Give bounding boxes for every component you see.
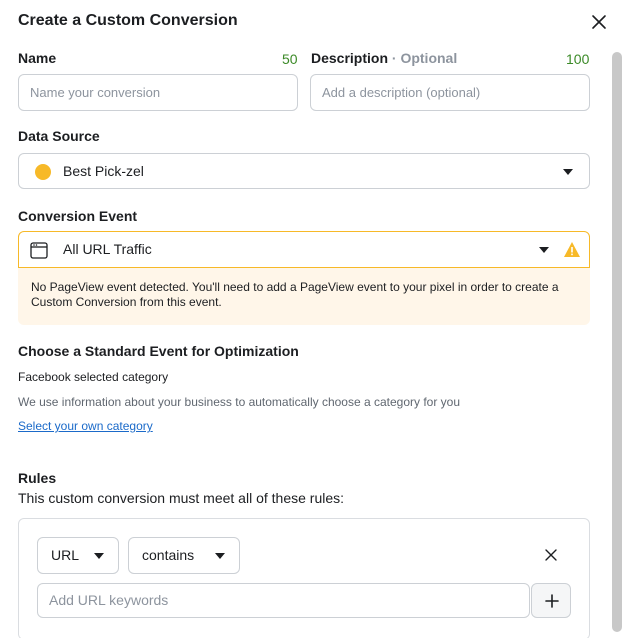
dialog-header: Create a Custom Conversion: [18, 12, 609, 32]
category-info-text: We use information about your business t…: [18, 395, 461, 409]
optional-tag: · Optional: [391, 50, 458, 66]
remove-rule-icon[interactable]: [543, 547, 559, 563]
standard-event-title: Choose a Standard Event for Optimization: [18, 343, 299, 359]
name-label: Name: [18, 50, 57, 66]
scrollbar[interactable]: [612, 52, 622, 632]
url-keywords-input[interactable]: Add URL keywords: [37, 583, 530, 618]
rule-card: URL contains Add URL keywords: [18, 518, 590, 638]
chevron-down-icon: [563, 169, 573, 175]
data-source-value: Best Pick-zel: [63, 163, 144, 179]
conversion-event-value: All URL Traffic: [63, 241, 152, 257]
category-label: Facebook selected category: [18, 370, 169, 384]
rules-subtitle: This custom conversion must meet all of …: [18, 490, 345, 506]
description-char-counter: 100: [566, 51, 590, 67]
chevron-down-icon: [539, 247, 549, 253]
description-label-text: Description: [311, 50, 389, 66]
data-source-label: Data Source: [18, 128, 100, 144]
name-input[interactable]: Name your conversion: [18, 74, 298, 111]
add-keyword-button[interactable]: [531, 583, 571, 618]
conversion-event-select[interactable]: All URL Traffic: [18, 231, 590, 268]
rules-title: Rules: [18, 470, 57, 486]
rule-field-select[interactable]: URL: [37, 537, 119, 574]
conversion-event-label: Conversion Event: [18, 208, 138, 224]
pixel-status-dot: [35, 164, 51, 180]
name-char-counter: 50: [282, 51, 298, 67]
browser-window-icon: [30, 242, 48, 262]
plus-icon: [545, 594, 559, 613]
description-label: Description · Optional: [311, 50, 457, 66]
dialog-title: Create a Custom Conversion: [18, 12, 238, 29]
warning-message: No PageView event detected. You'll need …: [18, 268, 590, 325]
data-source-select[interactable]: Best Pick-zel: [18, 153, 590, 189]
rule-operator-value: contains: [142, 547, 195, 563]
rule-field-value: URL: [51, 547, 80, 563]
chevron-down-icon: [94, 553, 104, 559]
close-icon[interactable]: [589, 12, 609, 32]
chevron-down-icon: [215, 553, 225, 559]
warning-icon: [563, 241, 581, 261]
description-input[interactable]: Add a description (optional): [310, 74, 590, 111]
rule-operator-select[interactable]: contains: [128, 537, 240, 574]
select-category-link[interactable]: Select your own category: [18, 419, 153, 433]
